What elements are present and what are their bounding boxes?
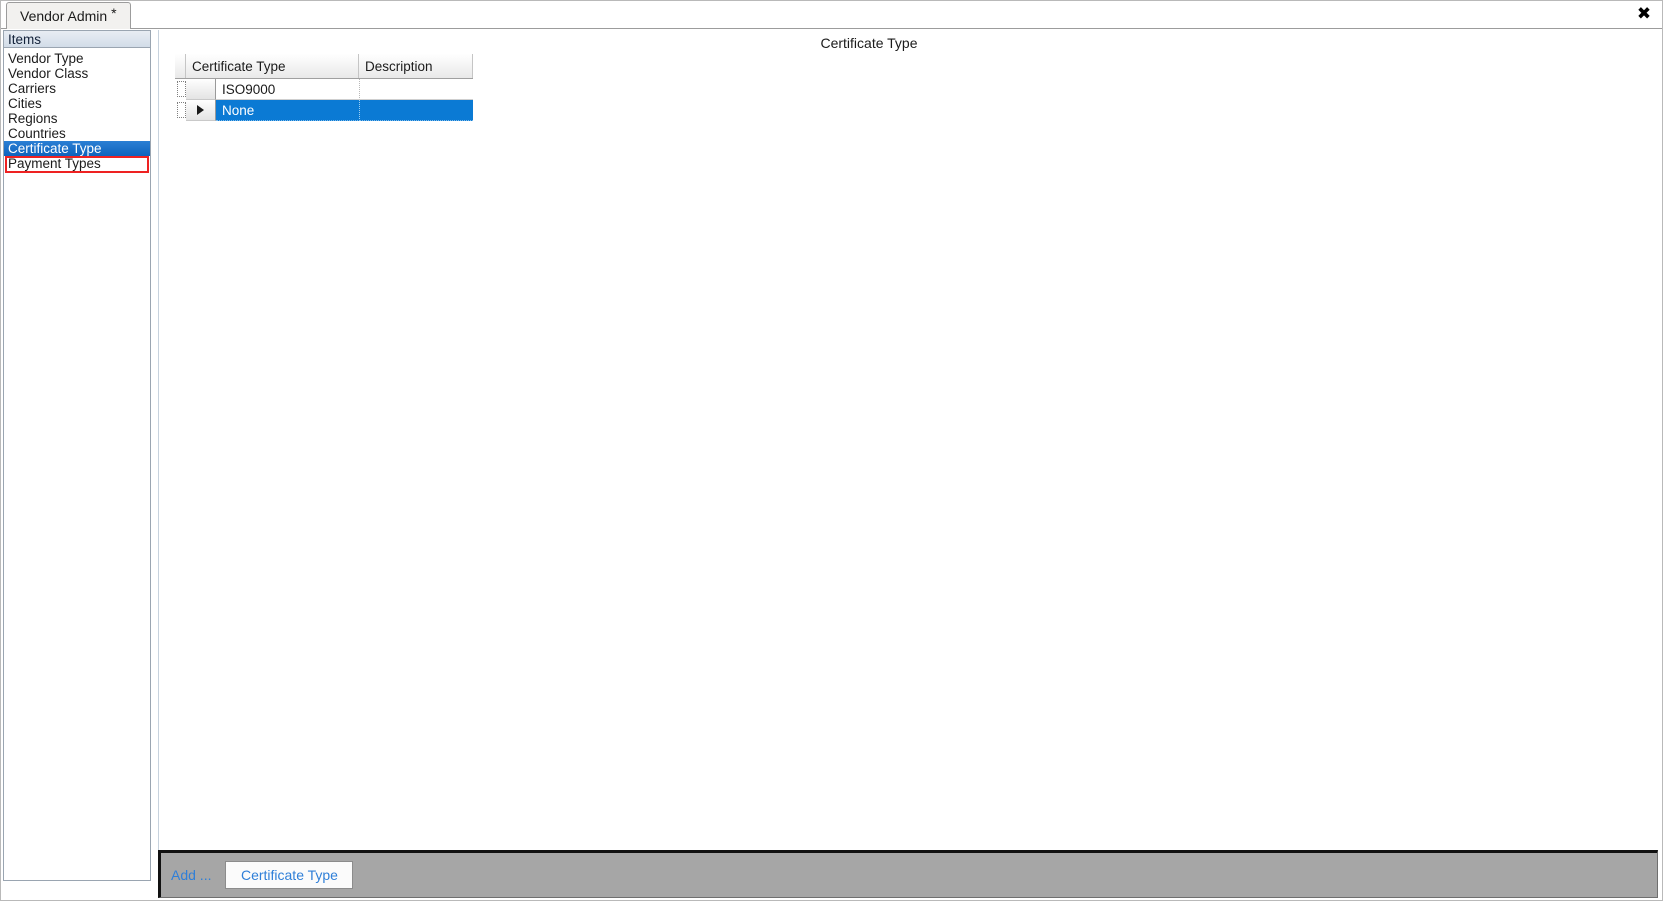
row-header-button[interactable] xyxy=(186,100,216,121)
grid-header-row: Certificate Type Description xyxy=(175,54,473,79)
cell-certificate-type[interactable]: None xyxy=(216,100,360,121)
sidebar-item-regions[interactable]: Regions xyxy=(4,111,150,126)
focus-rectangle xyxy=(177,81,186,97)
certificate-type-grid[interactable]: Certificate Type Description ISO9000 Non… xyxy=(175,54,473,121)
tab-label: Vendor Admin xyxy=(20,8,108,24)
add-certificate-type-button[interactable]: Certificate Type xyxy=(225,861,354,889)
sidebar-item-cities[interactable]: Cities xyxy=(4,96,150,111)
grid-column-header-description[interactable]: Description xyxy=(359,54,473,78)
table-row[interactable]: None xyxy=(175,100,473,121)
sidebar: Items Vendor Type Vendor Class Carriers … xyxy=(3,30,151,896)
focus-rectangle xyxy=(177,102,186,118)
grid-corner-cell xyxy=(175,54,186,78)
sidebar-item-payment-types[interactable]: Payment Types xyxy=(4,156,150,171)
page-title: Certificate Type xyxy=(820,35,918,51)
sidebar-header: Items xyxy=(3,30,151,48)
sidebar-item-certificate-type-wrap: Certificate Type xyxy=(4,141,150,173)
current-row-arrow-icon xyxy=(197,105,204,115)
close-icon[interactable]: ✖ xyxy=(1633,3,1655,25)
add-label: Add ... xyxy=(171,867,212,883)
sidebar-item-certificate-type[interactable]: Certificate Type xyxy=(4,141,150,156)
content-panel: Certificate Type Certificate Type Descri… xyxy=(158,30,1658,850)
sidebar-item-countries[interactable]: Countries xyxy=(4,126,150,141)
table-row[interactable]: ISO9000 xyxy=(175,79,473,100)
sidebar-item-carriers[interactable]: Carriers xyxy=(4,81,150,96)
cell-description[interactable] xyxy=(360,79,473,100)
tab-vendor-admin[interactable]: Vendor Admin * xyxy=(6,2,131,29)
bottom-toolbar: Add ... Certificate Type xyxy=(158,850,1658,898)
row-selector-focus xyxy=(175,79,186,100)
sidebar-item-vendor-type[interactable]: Vendor Type xyxy=(4,51,150,66)
row-selector-focus xyxy=(175,100,186,121)
sidebar-list[interactable]: Vendor Type Vendor Class Carriers Cities… xyxy=(3,48,151,881)
tab-strip: Vendor Admin * ✖ xyxy=(0,0,1663,29)
cell-description[interactable] xyxy=(360,100,473,121)
cell-certificate-type[interactable]: ISO9000 xyxy=(216,79,360,100)
row-header-button[interactable] xyxy=(186,79,216,100)
sidebar-item-vendor-class[interactable]: Vendor Class xyxy=(4,66,150,81)
grid-column-header-certificate-type[interactable]: Certificate Type xyxy=(186,54,359,78)
tab-dirty-marker: * xyxy=(111,5,117,21)
